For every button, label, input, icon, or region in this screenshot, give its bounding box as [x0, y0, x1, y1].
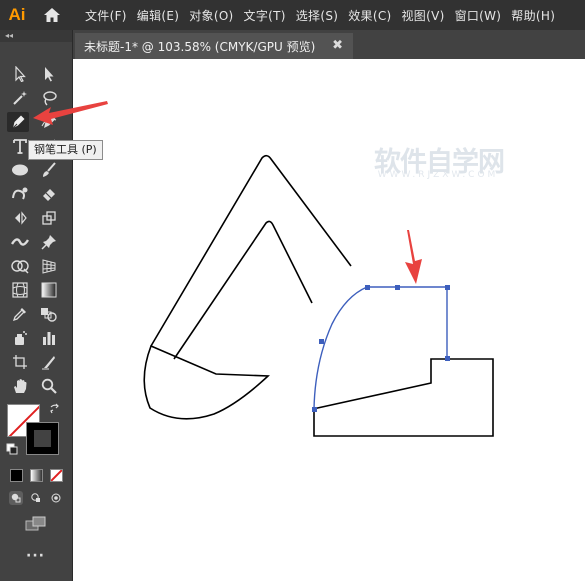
canvas-artboard[interactable] — [73, 59, 585, 581]
document-tab-bar: 未标题-1* @ 103.58% (CMYK/GPU 预览) ✖ — [73, 30, 585, 59]
shaper-tool-icon[interactable] — [9, 184, 31, 204]
menu-object[interactable]: 对象(O) — [184, 7, 238, 24]
menu-help[interactable]: 帮助(H) — [506, 7, 560, 24]
zoom-tool-icon[interactable] — [38, 376, 60, 396]
menu-edit[interactable]: 编辑(E) — [132, 7, 184, 24]
artboard-tool-icon[interactable] — [9, 352, 31, 372]
menu-file[interactable]: 文件(F) — [80, 7, 132, 24]
stroke-swatch[interactable] — [26, 422, 59, 455]
blend-tool-icon[interactable] — [38, 304, 60, 324]
lasso-icon[interactable] — [38, 88, 60, 108]
shape-builder-icon[interactable] — [9, 256, 31, 276]
menu-bar: Ai 文件(F) 编辑(E) 对象(O) 文字(T) 选择(S) 效果(C) 视… — [0, 0, 585, 30]
document-tab[interactable]: 未标题-1* @ 103.58% (CMYK/GPU 预览) ✖ — [75, 33, 353, 59]
paintbrush-icon[interactable] — [38, 160, 60, 180]
draw-normal-button[interactable] — [9, 491, 23, 505]
symbol-sprayer-icon[interactable] — [9, 328, 31, 348]
document-tab-title: 未标题-1* @ 103.58% (CMYK/GPU 预览) — [84, 39, 316, 54]
pen-tool-icon[interactable] — [7, 112, 29, 132]
none-mode-button[interactable] — [50, 469, 63, 482]
more-tools-icon[interactable]: ··· — [26, 548, 45, 564]
pen-tool-tooltip: 钢笔工具 (P) — [28, 140, 103, 160]
menu-effect[interactable]: 效果(C) — [343, 7, 396, 24]
rotate-tool-icon[interactable] — [9, 208, 31, 228]
panel-collapse-button[interactable]: ◂◂ — [0, 30, 72, 42]
menu-window[interactable]: 窗口(W) — [450, 7, 507, 24]
menu-select[interactable]: 选择(S) — [291, 7, 343, 24]
eyedropper-icon[interactable] — [9, 304, 31, 324]
gradient-tool-icon[interactable] — [38, 280, 60, 300]
eraser-icon[interactable] — [38, 184, 60, 204]
mesh-tool-icon[interactable] — [9, 280, 31, 300]
perspective-grid-icon[interactable] — [38, 256, 60, 276]
column-graph-icon[interactable] — [38, 328, 60, 348]
pin-icon[interactable] — [38, 232, 60, 252]
ellipse-tool-icon[interactable] — [9, 160, 31, 180]
screen-mode-icon[interactable] — [24, 515, 48, 533]
hand-tool-icon[interactable] — [9, 376, 31, 396]
scale-tool-icon[interactable] — [38, 208, 60, 228]
width-tool-icon[interactable] — [9, 232, 31, 252]
home-icon[interactable] — [38, 0, 66, 30]
magic-wand-icon[interactable] — [9, 88, 31, 108]
swap-fill-stroke-icon[interactable] — [48, 402, 62, 416]
color-mode-button[interactable] — [10, 469, 23, 482]
slice-tool-icon[interactable] — [38, 352, 60, 372]
menu-view[interactable]: 视图(V) — [396, 7, 449, 24]
gradient-mode-button[interactable] — [30, 469, 43, 482]
selection-tool-icon[interactable] — [9, 64, 31, 84]
default-fill-stroke-icon[interactable] — [5, 442, 19, 456]
watermark-url: WWW.RJZXW.COM — [377, 170, 499, 180]
close-icon[interactable]: ✖ — [332, 38, 343, 53]
direct-selection-tool-icon[interactable] — [38, 64, 60, 84]
draw-inside-button[interactable] — [49, 491, 63, 505]
curvature-tool-icon[interactable] — [38, 112, 60, 132]
draw-behind-button[interactable] — [29, 491, 43, 505]
menu-type[interactable]: 文字(T) — [239, 7, 291, 24]
app-logo: Ai — [8, 5, 26, 24]
